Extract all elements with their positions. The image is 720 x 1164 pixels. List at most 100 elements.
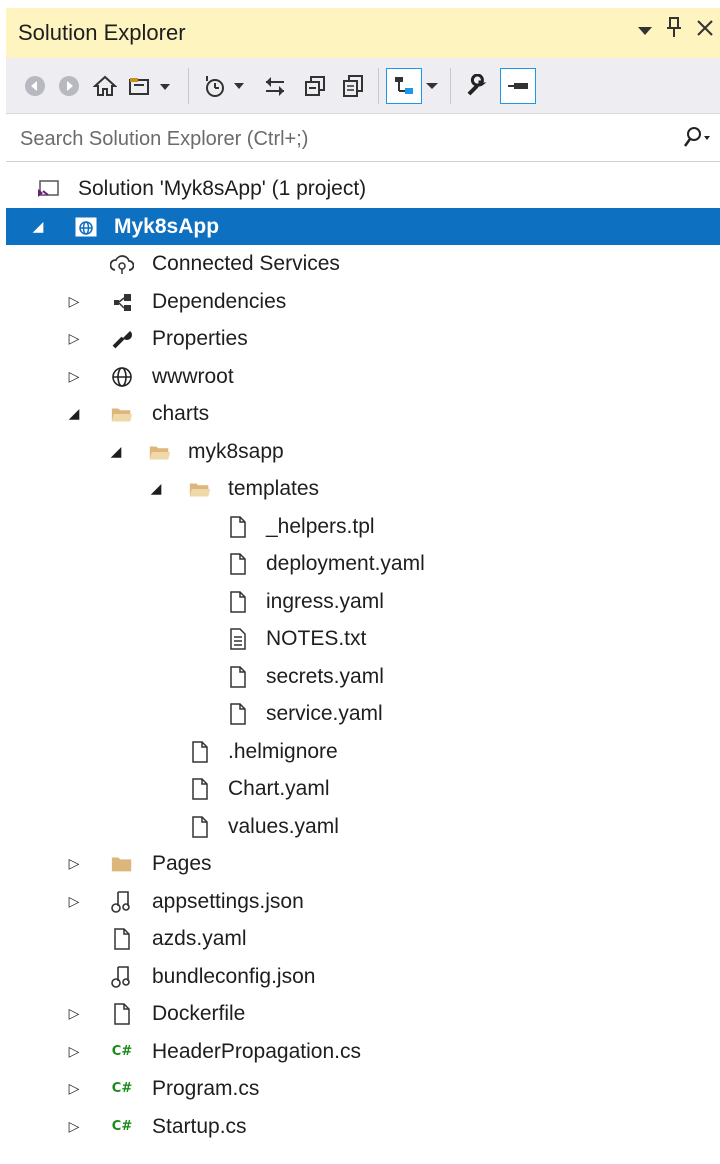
tree-item-myk8sapp-folder[interactable]: ◢ myk8sapp	[6, 433, 720, 471]
switch-views-icon[interactable]	[126, 70, 176, 102]
expand-arrow-icon[interactable]: ▷	[64, 1033, 84, 1071]
tree-item-label: ingress.yaml	[266, 589, 384, 613]
tree-item-label: HeaderPropagation.cs	[152, 1039, 361, 1063]
title-bar: Solution Explorer	[6, 8, 720, 58]
home-icon[interactable]	[90, 70, 120, 102]
tree-item-label: Startup.cs	[152, 1114, 247, 1138]
tree-item-pages[interactable]: ▷ Pages	[6, 845, 720, 883]
search-icon[interactable]	[682, 126, 710, 154]
close-icon[interactable]	[696, 17, 714, 43]
tree-item-properties[interactable]: ▷ Properties	[6, 320, 720, 358]
pending-changes-filter-icon[interactable]	[200, 70, 250, 102]
tree-item-program[interactable]: ▷ C# Program.cs	[6, 1070, 720, 1108]
tree-item-label: bundleconfig.json	[152, 964, 316, 988]
toolbar-separator	[378, 68, 379, 104]
file-icon	[226, 702, 250, 726]
tree-item-appsettings[interactable]: ▷ appsettings.json	[6, 883, 720, 921]
tree-item-label: appsettings.json	[152, 889, 304, 913]
tree-item-chart-yaml[interactable]: Chart.yaml	[6, 770, 720, 808]
csharp-file-icon: C#	[111, 1118, 133, 1134]
toolbar-separator	[450, 68, 451, 104]
collapse-arrow-icon[interactable]: ◢	[106, 433, 126, 471]
tree-item-label: Dockerfile	[152, 1002, 246, 1025]
file-icon	[226, 552, 250, 576]
tree-item-templates[interactable]: ◢ templates	[6, 470, 720, 508]
open-folder-icon	[188, 477, 212, 501]
tree-item-bundleconfig[interactable]: bundleconfig.json	[6, 958, 720, 996]
tree-item-label: .helmignore	[228, 739, 338, 763]
csharp-file-icon: C#	[111, 1081, 133, 1097]
csharp-file-icon: C#	[111, 1043, 133, 1059]
tree-item-startup[interactable]: ▷ C# Startup.cs	[6, 1108, 720, 1146]
expand-arrow-icon[interactable]: ▷	[64, 995, 84, 1033]
tree-item-headerpropagation[interactable]: ▷ C# HeaderPropagation.cs	[6, 1033, 720, 1071]
toolbar-separator	[188, 68, 189, 104]
tree-item-values[interactable]: values.yaml	[6, 808, 720, 846]
tree-item-project[interactable]: ◢ Myk8sApp	[6, 207, 720, 246]
expand-arrow-icon[interactable]: ▷	[64, 320, 84, 358]
auto-hide-icon[interactable]	[500, 68, 536, 104]
tree-item-label: wwwroot	[152, 364, 234, 388]
tree-item-dockerfile[interactable]: ▷ Dockerfile	[6, 995, 720, 1033]
tree-item-connected-services[interactable]: Connected Services	[6, 245, 720, 283]
title-buttons	[638, 16, 714, 44]
tree-item-label: myk8sapp	[188, 439, 284, 463]
properties-icon[interactable]	[462, 70, 492, 102]
expand-arrow-icon[interactable]: ▷	[64, 845, 84, 883]
file-icon	[188, 815, 212, 839]
pin-icon[interactable]	[666, 16, 682, 44]
tree-item-charts[interactable]: ◢ charts	[6, 395, 720, 433]
tree-item-label: Myk8sApp	[114, 214, 220, 238]
folder-icon	[110, 852, 134, 876]
tree-item-ingress[interactable]: ingress.yaml	[6, 583, 720, 621]
sync-icon[interactable]	[260, 70, 290, 102]
preview-selected-icon[interactable]	[386, 68, 422, 104]
expand-arrow-icon[interactable]: ▷	[64, 283, 84, 321]
tree-item-label: NOTES.txt	[266, 627, 367, 650]
globe-icon	[110, 365, 134, 389]
tree-item-label: Connected Services	[152, 252, 340, 275]
dropdown-icon[interactable]	[638, 17, 652, 43]
tree-item-wwwroot[interactable]: ▷ wwwroot	[6, 358, 720, 396]
tree-item-label: values.yaml	[228, 814, 339, 838]
file-icon	[188, 740, 212, 764]
show-all-files-icon[interactable]	[338, 70, 368, 102]
search-bar	[6, 116, 720, 162]
tree-item-label: Dependencies	[152, 289, 287, 313]
tree-item-dependencies[interactable]: ▷ Dependencies	[6, 283, 720, 321]
cloud-plug-icon	[110, 252, 134, 276]
tree-item-secrets[interactable]: secrets.yaml	[6, 658, 720, 696]
tree-item-notes[interactable]: NOTES.txt	[6, 620, 720, 658]
open-folder-icon	[110, 402, 134, 426]
dependencies-icon	[110, 290, 134, 314]
tree-item-solution[interactable]: Solution 'Myk8sApp' (1 project)	[6, 170, 720, 208]
tree-item-label: azds.yaml	[152, 927, 247, 950]
expand-arrow-icon[interactable]: ▷	[64, 883, 84, 921]
tree-item-label: Solution 'Myk8sApp' (1 project)	[78, 177, 367, 200]
collapse-arrow-icon[interactable]: ◢	[28, 208, 48, 246]
text-file-icon	[226, 627, 250, 651]
tree-item-helmignore[interactable]: .helmignore	[6, 733, 720, 771]
forward-icon[interactable]	[54, 70, 84, 102]
tree-item-label: _helpers.tpl	[266, 514, 375, 538]
collapse-all-icon[interactable]	[300, 70, 330, 102]
tree-item-azds[interactable]: azds.yaml	[6, 920, 720, 958]
tree-item-label: templates	[228, 477, 320, 500]
open-folder-icon	[148, 440, 172, 464]
file-icon	[226, 665, 250, 689]
dropdown-arrow-icon[interactable]	[422, 70, 442, 102]
expand-arrow-icon[interactable]: ▷	[64, 1108, 84, 1146]
collapse-arrow-icon[interactable]: ◢	[146, 470, 166, 508]
json-file-icon	[110, 965, 134, 989]
back-icon[interactable]	[20, 70, 50, 102]
search-input[interactable]	[6, 116, 672, 162]
expand-arrow-icon[interactable]: ▷	[64, 358, 84, 396]
tree-item-label: service.yaml	[266, 702, 383, 725]
tree-item-deployment[interactable]: deployment.yaml	[6, 545, 720, 583]
expand-arrow-icon[interactable]: ▷	[64, 1070, 84, 1108]
file-icon	[226, 590, 250, 614]
tree-item-helpers[interactable]: _helpers.tpl	[6, 508, 720, 546]
tree-item-service[interactable]: service.yaml	[6, 695, 720, 733]
collapse-arrow-icon[interactable]: ◢	[64, 395, 84, 433]
file-icon	[188, 777, 212, 801]
